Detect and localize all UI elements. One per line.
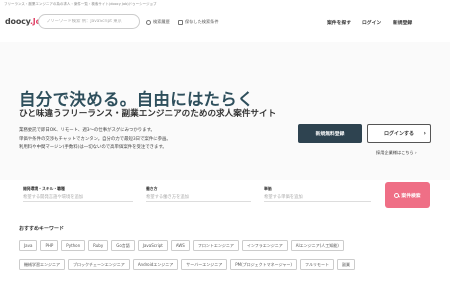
keyword-row: Java PHP Python Ruby Go言語 JavaScript AWS フロントエン… xyxy=(19,240,344,251)
rate-field-label: 単価 xyxy=(264,186,272,191)
keyword-chip[interactable]: 機械学習エンジニア xyxy=(19,259,65,270)
hero-desc-line: 単価や条件の交渉もチャットでカンタン。自分の力で最短3日で案件に参画。 xyxy=(19,136,171,142)
job-search-panel: 開発環境・スキル・職種 働き方 単価 案件検索 xyxy=(19,182,432,208)
workstyle-field: 働き方 xyxy=(146,182,256,208)
keyword-chip[interactable]: AWS xyxy=(170,240,190,251)
free-register-button[interactable]: 新規無料登録 xyxy=(298,124,362,143)
header-search-input[interactable] xyxy=(46,19,132,24)
saved-search-label: 保存した検索条件 xyxy=(185,19,219,24)
nav-login[interactable]: ログイン xyxy=(362,19,381,26)
job-search-button-label: 案件検索 xyxy=(401,193,421,199)
chevron-right-icon: › xyxy=(423,130,426,137)
rate-field: 単価 xyxy=(264,182,376,208)
search-history-label: 検索履歴 xyxy=(153,19,170,24)
login-button[interactable]: ログインする › xyxy=(367,124,431,143)
hero-description: 業務委託で即日OK、リモート、週3〜の仕事がスグにみつかります。 単価や条件の交… xyxy=(19,127,171,153)
clock-icon xyxy=(146,19,151,25)
hero-desc-line: 業務委託で即日OK、リモート、週3〜の仕事がスグにみつかります。 xyxy=(19,128,155,133)
nav-find-jobs[interactable]: 案件を探す xyxy=(327,19,351,26)
keyword-chip[interactable]: 副業 xyxy=(336,259,355,270)
keyword-chip[interactable]: Go言語 xyxy=(111,240,135,251)
keyword-chip[interactable]: フロントエンジニア xyxy=(192,240,239,251)
site-tagline: フリーランス・副業エンジニアの為の求人・案件一覧・検索サイト(doocy Job… xyxy=(4,2,157,6)
bookmark-icon xyxy=(178,19,183,25)
keyword-chip[interactable]: PM(プロジェクトマネージャー) xyxy=(230,259,297,270)
skill-field-label: 開発環境・スキル・職種 xyxy=(23,186,65,191)
keyword-chip[interactable]: Ruby xyxy=(88,240,109,251)
saved-search-link[interactable]: 保存した検索条件 xyxy=(178,19,219,25)
keyword-chip[interactable]: フルリモート xyxy=(299,259,334,270)
keywords-heading: おすすめキーワード xyxy=(19,226,65,232)
search-icon xyxy=(394,192,400,198)
hero-subtitle: ひと味違うフリーランス・副業エンジニアのための求人案件サイト xyxy=(19,109,277,119)
logo-main: doocy xyxy=(5,17,30,26)
corporate-link[interactable]: 採用企業様はこちら › xyxy=(376,150,417,156)
keyword-chip[interactable]: Androidエンジニア xyxy=(132,259,179,270)
hero-desc-line: 利用料や中間マージン(手数料)は一切ないので高単価案件を受注できます。 xyxy=(19,145,167,150)
keyword-chip[interactable]: Java xyxy=(19,240,38,251)
keyword-chip[interactable]: PHP xyxy=(40,240,59,251)
keyword-chip[interactable]: インフラエンジニア xyxy=(241,240,288,251)
corporate-link-label: 採用企業様はこちら xyxy=(376,150,414,155)
keyword-chip[interactable]: Python xyxy=(61,240,86,251)
keyword-chip[interactable]: サーバーエンジニア xyxy=(181,259,228,270)
keyword-chip[interactable]: AIエンジニア(人工知能) xyxy=(290,240,344,251)
header-search[interactable] xyxy=(38,14,140,29)
skill-input[interactable] xyxy=(23,194,133,202)
login-button-label: ログインする xyxy=(383,131,414,137)
nav-register[interactable]: 新規登録 xyxy=(393,19,412,26)
job-search-button[interactable]: 案件検索 xyxy=(385,182,430,208)
keyword-chip[interactable]: JavaScript xyxy=(137,240,168,251)
rate-input[interactable] xyxy=(264,194,371,202)
search-history-link[interactable]: 検索履歴 xyxy=(146,19,170,25)
workstyle-field-label: 働き方 xyxy=(146,186,158,191)
keyword-chip[interactable]: ブロックチェーンエンジニア xyxy=(68,259,130,270)
keyword-row: 機械学習エンジニア ブロックチェーンエンジニア Androidエンジニア サーバーエン… xyxy=(19,259,355,270)
workstyle-input[interactable] xyxy=(146,194,251,202)
skill-field: 開発環境・スキル・職種 xyxy=(23,182,138,208)
